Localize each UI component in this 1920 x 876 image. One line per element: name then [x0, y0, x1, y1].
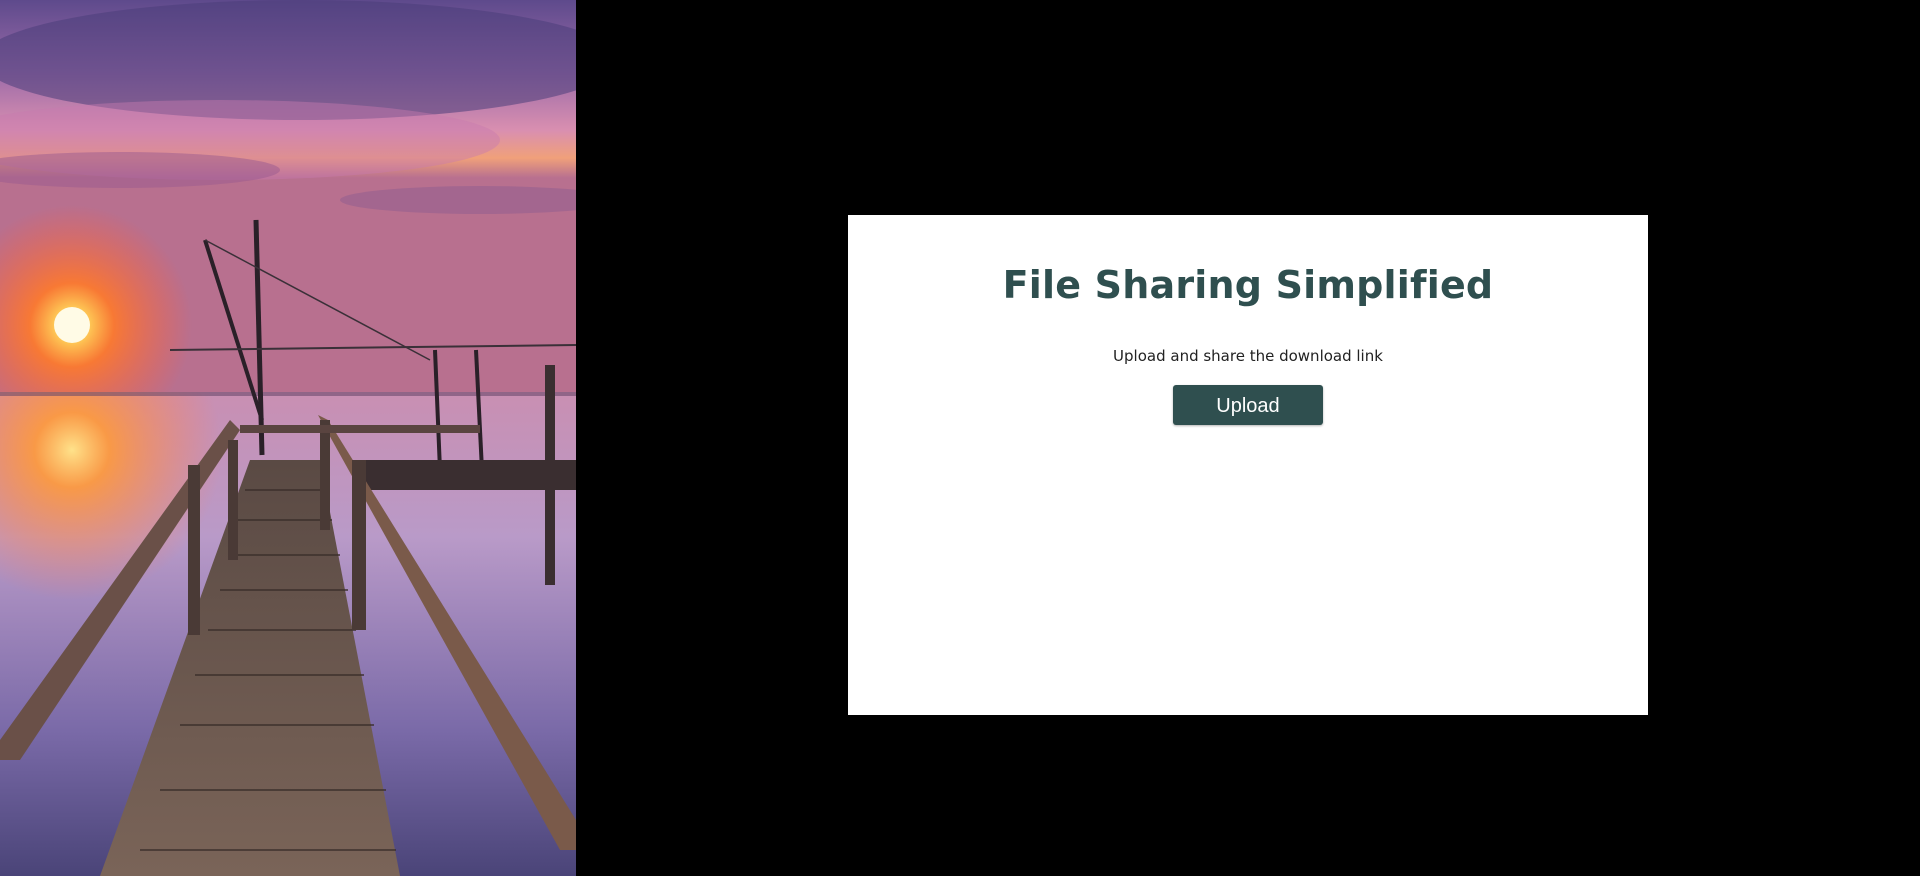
- upload-card: File Sharing Simplified Upload and share…: [848, 215, 1648, 715]
- page: File Sharing Simplified Upload and share…: [0, 0, 1920, 876]
- page-title: File Sharing Simplified: [1002, 263, 1494, 307]
- upload-button[interactable]: Upload: [1173, 385, 1323, 425]
- hero-image: [0, 0, 576, 876]
- main-stage: File Sharing Simplified Upload and share…: [576, 0, 1920, 876]
- sunset-pier-photo: [0, 0, 576, 876]
- subtitle: Upload and share the download link: [1113, 347, 1383, 365]
